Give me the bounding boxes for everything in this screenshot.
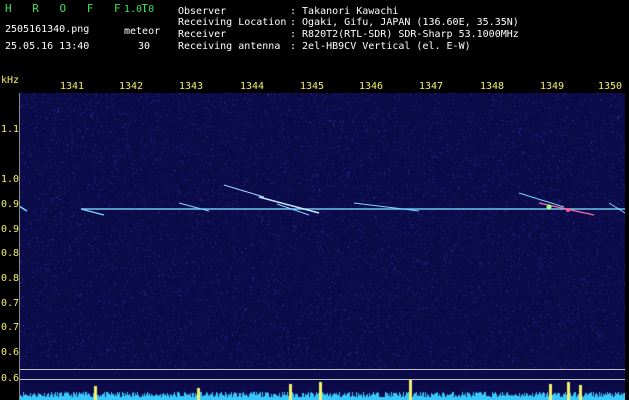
time-tick: 1347 [419,81,444,92]
receiver-value: : R820T2(RTL-SDR) SDR-Sharp 53.1000MHz [290,29,519,40]
app-version: 1.0.0 [124,4,155,15]
time-tick: 1342 [119,81,144,92]
meteor-head [566,208,570,212]
meteor-head [546,204,552,210]
location-label: Receiving Location [178,17,287,28]
meteor-streak [80,208,105,216]
time-tick: 1350 [598,81,623,92]
meteor-streak [608,202,625,214]
axis-unit: kHz [1,75,20,86]
freq-tick: 1.1 [1,124,20,135]
time-tick: 1344 [240,81,265,92]
time-tick: 1348 [480,81,505,92]
file-datetime: 25.05.16 13:40 [5,41,90,52]
time-tick: 1341 [60,81,85,92]
observer-value: : Takanori Kawachi [290,6,399,17]
meteor-streak [223,184,265,198]
threshold-line [19,369,625,370]
detection-count: 30 [138,41,151,52]
time-tick: 1349 [540,81,565,92]
time-tick: 1346 [359,81,384,92]
receiver-label: Receiver [178,29,227,40]
detection-histogram [19,380,625,400]
freq-tick: 0.8 [1,273,20,284]
antenna-label: Receiving antenna [178,41,281,52]
antenna-value: : 2el-HB9CV Vertical (el. E-W) [290,41,471,52]
freq-tick: 0.6 [1,373,20,384]
time-tick: 1343 [179,81,204,92]
spectrogram-overlay [19,184,625,216]
observer-label: Observer [178,6,227,17]
spectrogram [19,93,625,400]
meteor-streak [258,196,320,214]
meteor-streak [178,202,210,212]
detection-label: meteor [124,26,161,37]
freq-tick: 0.9 [1,224,20,235]
time-tick: 1345 [300,81,325,92]
meteor-streak [518,192,565,208]
freq-axis [19,93,20,400]
meteor-streak [353,202,420,212]
carrier-start [19,205,28,212]
file-name: 2505161340.png [5,24,90,35]
location-value: : Ogaki, Gifu, JAPAN (136.60E, 35.35N) [290,17,519,28]
freq-tick: 0.7 [1,322,20,333]
freq-tick: 1.0 [1,174,20,185]
